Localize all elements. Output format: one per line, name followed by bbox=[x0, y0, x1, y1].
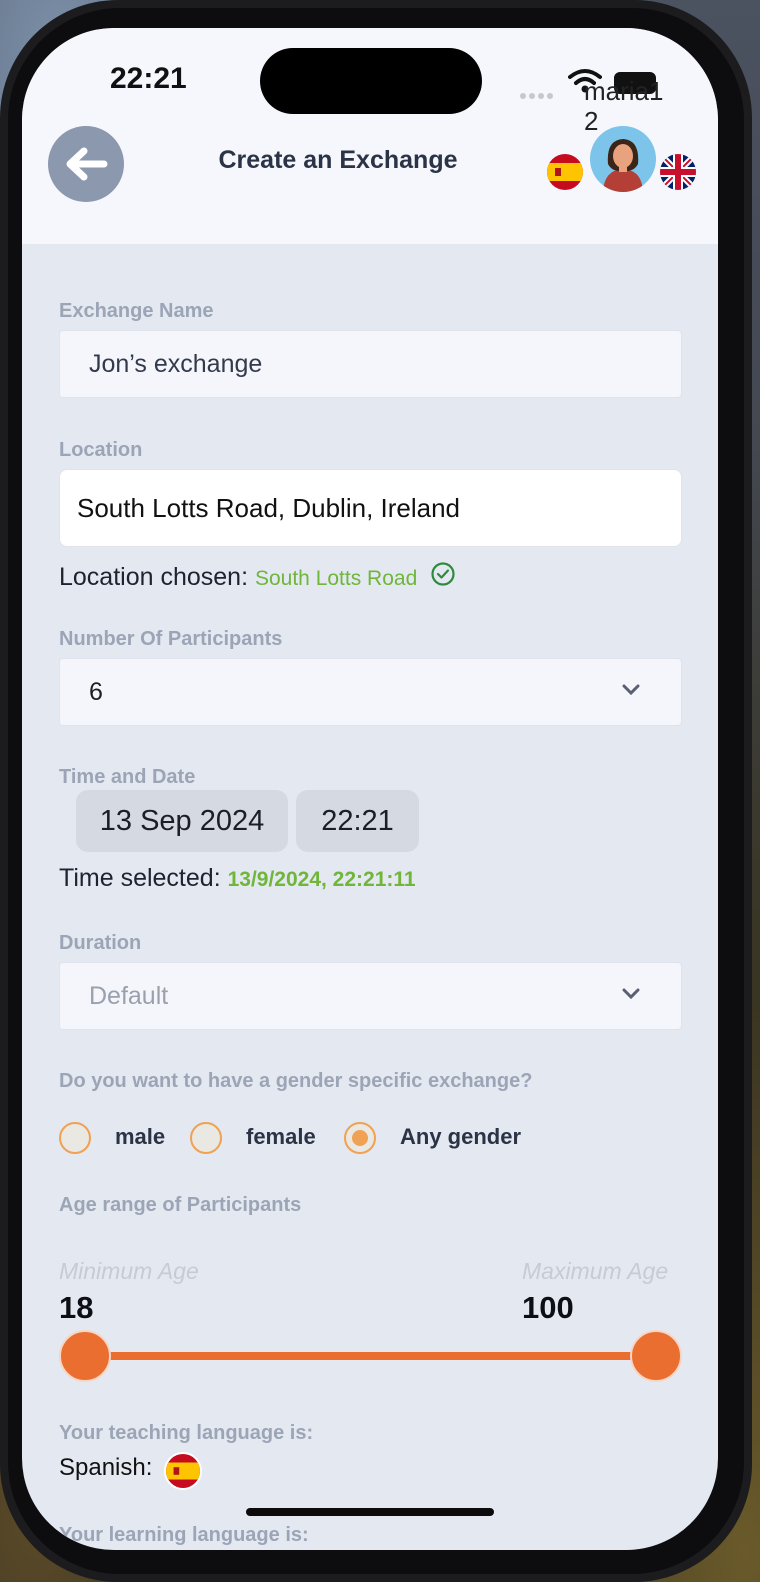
gender-radio-female[interactable] bbox=[190, 1122, 222, 1154]
chevron-down-icon bbox=[622, 988, 640, 1000]
exchange-name-value: Jon’s exchange bbox=[89, 349, 263, 378]
teaching-language-label: Your teaching language is: bbox=[59, 1422, 314, 1444]
location-label: Location bbox=[59, 439, 143, 461]
gender-radio-male[interactable] bbox=[59, 1122, 91, 1154]
gender-radio-any[interactable] bbox=[344, 1122, 376, 1154]
max-age-value: 100 bbox=[522, 1290, 574, 1325]
min-age-placeholder: Minimum Age bbox=[59, 1258, 199, 1284]
date-value: 13 Sep 2024 bbox=[99, 804, 265, 837]
participants-label: Number Of Participants bbox=[59, 628, 283, 650]
learning-language-label: Your learning language is: bbox=[59, 1524, 309, 1546]
location-input[interactable]: South Lotts Road, Dublin, Ireland bbox=[59, 469, 682, 547]
check-circle-icon bbox=[431, 562, 455, 586]
duration-label: Duration bbox=[59, 932, 142, 954]
gender-label: Do you want to have a gender specific ex… bbox=[59, 1070, 533, 1092]
max-age-placeholder: Maximum Age bbox=[522, 1258, 669, 1284]
spain-flag-icon bbox=[547, 154, 583, 190]
exchange-name-label: Exchange Name bbox=[59, 300, 214, 322]
home-indicator bbox=[246, 1508, 494, 1516]
gender-option-any[interactable]: Any gender bbox=[400, 1124, 521, 1150]
participants-select[interactable]: 6 bbox=[59, 658, 682, 726]
gender-option-male[interactable]: male bbox=[115, 1124, 165, 1150]
location-chosen-value: South Lotts Road bbox=[254, 567, 418, 590]
min-age-value: 18 bbox=[59, 1290, 94, 1325]
time-picker-button[interactable]: 22:21 bbox=[296, 790, 419, 852]
time-value: 22:21 bbox=[321, 804, 394, 837]
location-chosen-prefix: Location chosen: bbox=[59, 563, 249, 591]
exchange-name-input[interactable]: Jon’s exchange bbox=[59, 330, 682, 398]
time-selected-prefix: Time selected: bbox=[59, 864, 221, 892]
location-chosen: Location chosen: South Lotts Road bbox=[59, 561, 456, 592]
app-screen: 22:21 maria1 2 Create an Exchange Exchan… bbox=[22, 28, 718, 1550]
age-slider-min-thumb[interactable] bbox=[59, 1330, 111, 1382]
time-selected-value: 13/9/2024, 22:21:11 bbox=[227, 868, 416, 891]
uk-flag-icon bbox=[660, 154, 696, 190]
avatar[interactable] bbox=[590, 126, 656, 192]
age-slider-track[interactable] bbox=[84, 1352, 656, 1360]
age-slider-max-thumb[interactable] bbox=[630, 1330, 682, 1382]
chevron-down-icon bbox=[622, 684, 640, 696]
duration-select[interactable]: Default bbox=[59, 962, 682, 1030]
dynamic-island bbox=[260, 48, 482, 114]
duration-placeholder: Default bbox=[89, 981, 169, 1010]
date-picker-button[interactable]: 13 Sep 2024 bbox=[76, 790, 288, 852]
time-date-label: Time and Date bbox=[59, 766, 196, 788]
status-time: 22:21 bbox=[110, 62, 187, 95]
spain-flag-icon bbox=[164, 1452, 202, 1490]
signal-icon bbox=[520, 86, 556, 104]
teaching-language-value: Spanish: bbox=[59, 1454, 153, 1481]
participants-value: 6 bbox=[89, 677, 103, 706]
app-header: 22:21 maria1 2 Create an Exchange bbox=[22, 28, 718, 244]
location-value: South Lotts Road, Dublin, Ireland bbox=[77, 492, 461, 523]
age-range-label: Age range of Participants bbox=[59, 1194, 302, 1216]
time-selected: Time selected: 13/9/2024, 22:21:11 bbox=[59, 864, 416, 893]
gender-option-female[interactable]: female bbox=[246, 1124, 316, 1150]
